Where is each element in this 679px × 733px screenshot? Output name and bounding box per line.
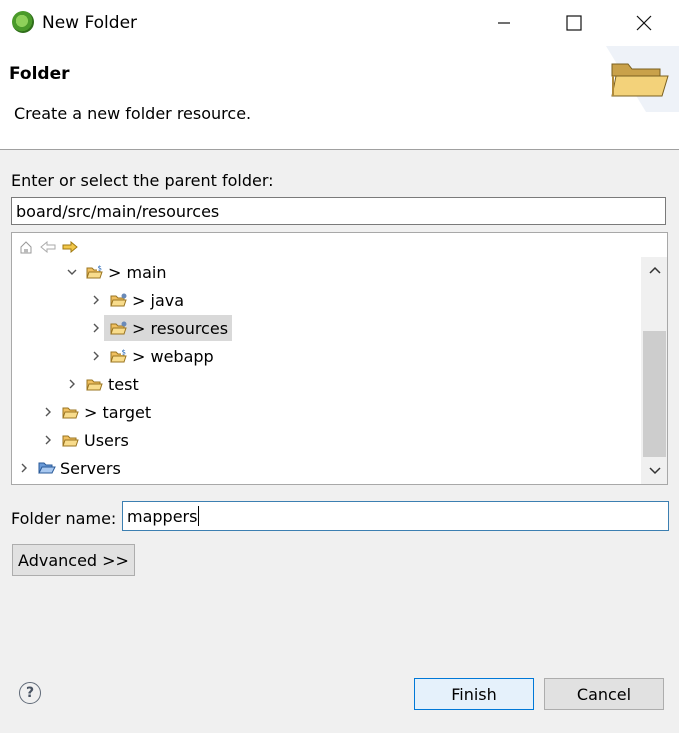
chevron-right-icon[interactable] [16, 460, 32, 476]
folder-name-value: mappers [127, 506, 198, 526]
tree-item-servers[interactable]: Servers [16, 455, 121, 481]
wizard-header: Folder Create a new folder resource. [0, 46, 679, 150]
tree-item-main[interactable]: $ > main [64, 259, 166, 285]
tree-item-java[interactable]: > java [88, 287, 184, 313]
chevron-up-icon [648, 266, 661, 274]
chevron-right-icon[interactable] [88, 320, 104, 336]
tree-item-label: > java [132, 290, 185, 310]
scroll-up-button[interactable] [641, 259, 667, 281]
close-icon [636, 15, 652, 31]
tree-item-label: > main [108, 262, 167, 282]
chevron-right-icon[interactable] [88, 292, 104, 308]
tree-item-target[interactable]: > target [40, 399, 151, 425]
tree-item-label: > webapp [132, 346, 214, 366]
back-arrow-icon[interactable] [40, 239, 56, 255]
folder-icon [110, 293, 127, 307]
help-icon[interactable]: ? [19, 682, 41, 704]
folder-tree[interactable]: $ > main > java > resources $ > webapp t… [11, 232, 668, 485]
home-icon[interactable] [18, 239, 34, 255]
scrollbar-thumb[interactable] [643, 331, 666, 457]
tree-item-resources[interactable]: > resources [88, 315, 233, 341]
source-folder-icon: $ [110, 348, 127, 363]
wizard-description: Create a new folder resource. [14, 104, 252, 123]
maximize-button[interactable] [539, 0, 609, 46]
svg-text:$: $ [122, 349, 126, 357]
minimize-button[interactable] [469, 0, 539, 46]
open-folder-icon [38, 462, 56, 474]
folder-name-label: Folder name: [11, 509, 117, 528]
chevron-right-icon[interactable] [64, 376, 80, 392]
text-caret [198, 506, 200, 526]
finish-button[interactable]: Finish [414, 678, 534, 710]
tree-item-label: Users [84, 430, 129, 450]
tree-toolbar [18, 238, 78, 256]
close-button[interactable] [609, 0, 679, 46]
tree-item-label: > resources [132, 318, 229, 338]
folder-icon [62, 407, 79, 419]
cancel-button[interactable]: Cancel [544, 678, 664, 710]
parent-folder-input[interactable]: board/src/main/resources [11, 197, 666, 225]
title-bar: New Folder [0, 0, 679, 46]
tree-scrollbar[interactable] [641, 257, 667, 484]
parent-folder-label: Enter or select the parent folder: [11, 171, 274, 190]
chevron-right-icon[interactable] [40, 432, 56, 448]
folder-icon [86, 379, 103, 391]
tree-item-label: test [108, 374, 139, 394]
tree-item-webapp[interactable]: $ > webapp [88, 343, 214, 369]
chevron-right-icon[interactable] [88, 348, 104, 364]
advanced-button[interactable]: Advanced >> [12, 544, 135, 576]
folder-name-input[interactable]: mappers [122, 501, 669, 531]
chevron-down-icon[interactable] [64, 264, 80, 280]
scroll-down-button[interactable] [641, 460, 667, 482]
forward-arrow-icon[interactable] [62, 239, 78, 255]
folder-icon [62, 435, 79, 447]
maximize-icon [566, 15, 582, 31]
chevron-down-icon [648, 467, 661, 475]
app-icon [12, 11, 34, 33]
selection-highlight: > resources [104, 315, 233, 341]
source-folder-icon: $ [86, 264, 103, 279]
tree-item-users[interactable]: Users [40, 427, 129, 453]
tree-item-label: > target [84, 402, 152, 422]
tree-item-label: Servers [60, 458, 121, 478]
wizard-title: Folder [9, 64, 70, 84]
tree-item-test[interactable]: test [64, 371, 139, 397]
chevron-right-icon[interactable] [40, 404, 56, 420]
minimize-icon [498, 22, 510, 24]
svg-text:$: $ [98, 265, 102, 273]
folder-icon [110, 321, 127, 335]
window-title: New Folder [42, 13, 138, 33]
folder-banner-icon [606, 46, 679, 112]
